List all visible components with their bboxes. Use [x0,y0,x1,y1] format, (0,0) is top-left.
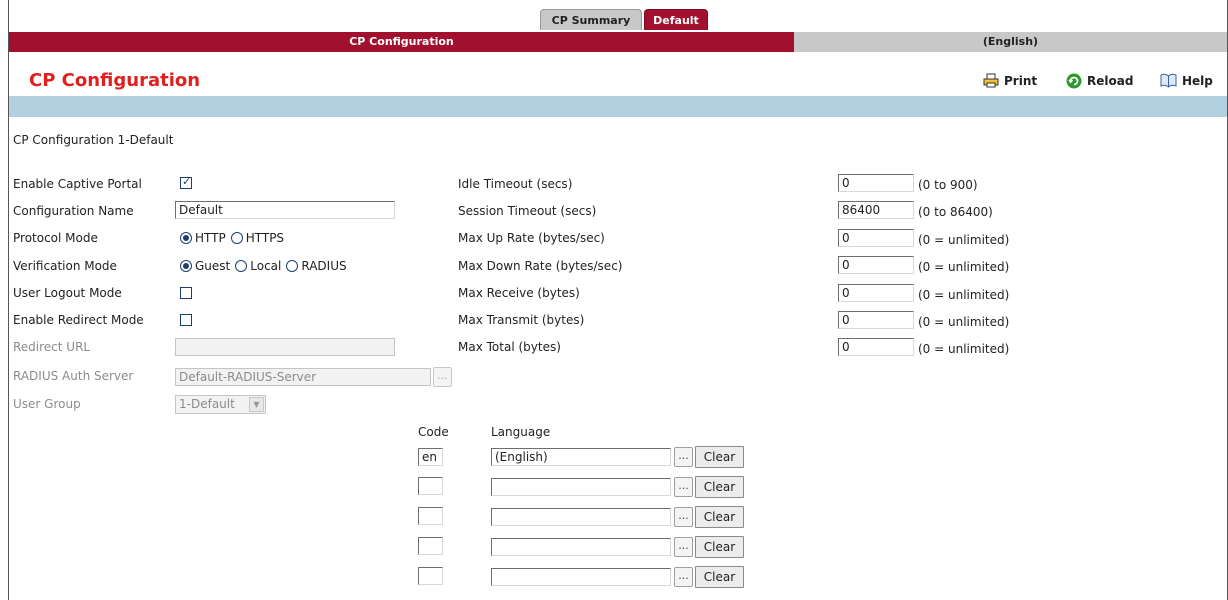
section-label: CP Configuration 1-Default [13,133,174,147]
max-up-rate-label: Max Up Rate (bytes/sec) [458,231,605,245]
radio-label: HTTPS [245,231,285,245]
verification-radius-radio[interactable]: RADIUS [286,259,347,273]
configuration-name-input[interactable]: Default [175,201,395,219]
locale-language-input[interactable] [491,538,671,556]
locale-code-input[interactable]: en [418,448,443,466]
user-group-select[interactable]: 1-Default ▼ [175,395,266,414]
radio-label: Guest [195,259,231,273]
enable-redirect-mode-checkbox[interactable] [180,314,192,326]
enable-captive-portal-checkbox[interactable]: ✓ [180,175,192,189]
locale-language-input[interactable] [491,568,671,586]
locale-code-input[interactable] [418,477,443,495]
locale-browse-button[interactable]: ... [674,447,693,467]
locale-browse-button[interactable]: ... [674,507,693,527]
enable-captive-portal-label: Enable Captive Portal [13,177,142,191]
configuration-name-label: Configuration Name [13,204,134,218]
reload-label: Reload [1087,74,1134,88]
locale-language-input[interactable] [491,508,671,526]
max-total-label: Max Total (bytes) [458,340,561,354]
max-up-rate-hint: (0 = unlimited) [918,233,1010,247]
locale-clear-button[interactable]: Clear [695,536,744,558]
redirect-url-input[interactable] [175,338,395,356]
locale-clear-button[interactable]: Clear [695,476,744,498]
cp-configuration-bar[interactable]: CP Configuration [9,32,794,52]
locale-language-input[interactable] [491,478,671,496]
idle-timeout-input[interactable]: 0 [838,174,914,192]
locale-code-input[interactable] [418,567,443,585]
locale-language-input[interactable]: (English) [491,448,671,466]
checkmark-icon: ✓ [182,175,192,188]
locale-browse-button[interactable]: ... [674,477,693,497]
verification-guest-radio[interactable]: Guest [180,259,230,273]
radio-selected [180,232,192,244]
verification-mode-radio-group: Guest Local RADIUS [180,259,352,273]
locale-code-input[interactable] [418,507,443,525]
session-timeout-hint: (0 to 86400) [918,205,993,219]
locale-clear-button[interactable]: Clear [695,566,744,588]
reload-icon [1066,73,1082,89]
max-down-rate-hint: (0 = unlimited) [918,260,1010,274]
max-total-input[interactable]: 0 [838,338,914,356]
max-receive-label: Max Receive (bytes) [458,286,580,300]
session-timeout-label: Session Timeout (secs) [458,204,597,218]
max-receive-hint: (0 = unlimited) [918,288,1010,302]
user-logout-mode-label: User Logout Mode [13,286,122,300]
radio-unselected [286,260,299,272]
tab-cp-summary[interactable]: CP Summary [540,9,642,30]
page-title: CP Configuration [29,70,201,91]
print-label: Print [1004,73,1038,88]
locale-browse-button[interactable]: ... [674,537,693,557]
radius-auth-server-input[interactable]: Default-RADIUS-Server [175,368,431,386]
help-book-icon [1160,73,1177,88]
enable-redirect-mode-label: Enable Redirect Mode [13,313,144,327]
radius-auth-server-label: RADIUS Auth Server [13,369,134,383]
user-logout-mode-checkbox[interactable] [180,287,192,299]
blue-band [9,96,1227,117]
max-transmit-hint: (0 = unlimited) [918,315,1010,329]
locale-browse-button[interactable]: ... [674,567,693,587]
verification-local-radio[interactable]: Local [235,259,281,273]
chevron-down-icon: ▼ [249,397,264,412]
language-bar[interactable]: (English) [794,32,1227,52]
session-timeout-input[interactable]: 86400 [838,201,914,219]
user-group-label: User Group [13,397,81,411]
redirect-url-label: Redirect URL [13,340,91,354]
verification-mode-label: Verification Mode [13,259,117,273]
protocol-mode-label: Protocol Mode [13,231,98,245]
reload-button[interactable]: Reload [1066,73,1133,89]
radio-unselected [235,260,248,272]
help-label: Help [1182,73,1213,88]
radio-selected [180,260,192,272]
max-up-rate-input[interactable]: 0 [838,229,914,247]
max-total-hint: (0 = unlimited) [918,342,1010,356]
max-down-rate-label: Max Down Rate (bytes/sec) [458,259,623,273]
radio-label: Local [250,259,282,273]
max-receive-input[interactable]: 0 [838,284,914,302]
radio-label: RADIUS [301,259,347,273]
locale-clear-button[interactable]: Clear [695,446,744,468]
max-transmit-label: Max Transmit (bytes) [458,313,585,327]
locale-code-input[interactable] [418,537,443,555]
radio-label: HTTP [195,231,226,245]
max-transmit-input[interactable]: 0 [838,311,914,329]
code-column-header: Code [418,425,449,439]
tab-default[interactable]: Default [644,9,708,30]
max-down-rate-input[interactable]: 0 [838,256,914,274]
radio-unselected [230,232,243,244]
protocol-mode-radio-group: HTTP HTTPS [180,231,289,245]
radius-server-browse-button[interactable]: ... [433,367,452,387]
user-group-value: 1-Default [179,397,235,411]
protocol-http-radio[interactable]: HTTP [180,231,226,245]
protocol-https-radio[interactable]: HTTPS [230,231,285,245]
locale-clear-button[interactable]: Clear [695,506,744,528]
language-column-header: Language [491,425,551,439]
help-button[interactable]: Help [1160,73,1213,88]
idle-timeout-hint: (0 to 900) [918,178,978,192]
printer-icon [983,73,999,88]
print-button[interactable]: Print [983,73,1037,88]
idle-timeout-label: Idle Timeout (secs) [458,177,573,191]
